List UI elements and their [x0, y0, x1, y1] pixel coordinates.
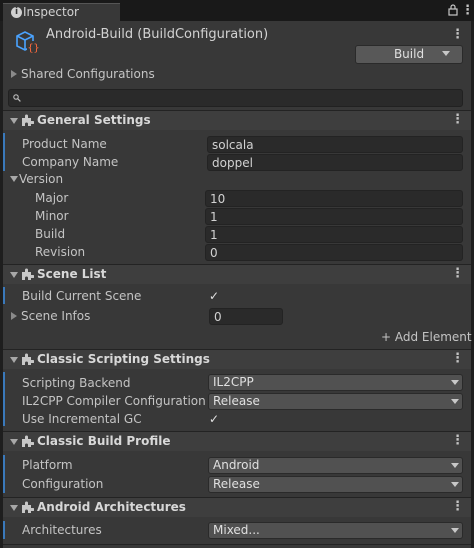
modified-indicator	[3, 133, 5, 171]
chevron-down-icon[interactable]	[10, 357, 18, 363]
puzzle-icon	[22, 353, 34, 365]
il2cpp-compiler-configuration-dropdown[interactable]: Release	[208, 393, 463, 410]
chevron-right-icon[interactable]	[11, 312, 17, 320]
section-title-general-settings: General Settings	[37, 113, 151, 127]
chevron-right-icon[interactable]	[11, 70, 17, 78]
il2cpp-compiler-configuration-label: IL2CPP Compiler Configuration	[22, 394, 206, 408]
chevron-down-icon[interactable]	[451, 463, 459, 468]
configuration-label: Configuration	[22, 477, 104, 491]
section-menu-icon[interactable]: ⋮	[451, 351, 464, 366]
chevron-down-icon[interactable]	[451, 399, 459, 404]
svg-text:{}: {}	[27, 43, 39, 54]
platform-label: Platform	[22, 458, 73, 472]
page-title: Android-Build (BuildConfiguration)	[46, 27, 269, 42]
section-menu-icon[interactable]: ⋮	[451, 266, 464, 281]
architectures-dropdown[interactable]: Mixed...	[208, 522, 463, 539]
tab-inspector[interactable]: i Inspector	[3, 3, 120, 22]
platform-value: Android	[213, 458, 260, 472]
search-input[interactable]	[8, 89, 463, 107]
section-menu-icon[interactable]: ⋮	[451, 112, 464, 127]
chevron-down-icon[interactable]	[10, 272, 18, 278]
use-incremental-gc-checkbox[interactable]: ✓	[209, 413, 221, 425]
product-name-label: Product Name	[22, 137, 107, 151]
scene-infos-label[interactable]: Scene Infos	[21, 309, 90, 323]
tab-menu-icon[interactable]: ⋮	[461, 3, 474, 18]
architectures-value: Mixed...	[213, 523, 260, 537]
section-menu-icon[interactable]: ⋮	[451, 499, 464, 514]
divider	[3, 544, 471, 545]
info-icon: i	[11, 7, 22, 18]
minor-label: Minor	[35, 209, 69, 223]
chevron-down-icon[interactable]	[451, 482, 459, 487]
puzzle-icon	[22, 114, 34, 126]
modified-indicator	[3, 521, 5, 539]
chevron-down-icon[interactable]	[10, 176, 18, 182]
add-element-button[interactable]: + Add Element	[381, 330, 472, 344]
section-title-scene-list: Scene List	[37, 267, 107, 281]
company-name-field[interactable]: doppel	[207, 154, 463, 171]
modified-indicator	[3, 372, 5, 426]
modified-indicator	[3, 455, 5, 493]
build-current-scene-label: Build Current Scene	[22, 289, 142, 303]
shared-configurations-label[interactable]: Shared Configurations	[21, 67, 155, 81]
revision-field[interactable]: 0	[205, 244, 463, 261]
chevron-down-icon[interactable]	[442, 51, 450, 56]
product-name-field[interactable]: solcala	[207, 136, 463, 153]
puzzle-icon	[22, 501, 34, 513]
section-menu-icon[interactable]: ⋮	[451, 433, 464, 448]
scripting-backend-dropdown[interactable]: IL2CPP	[208, 374, 463, 391]
major-label: Major	[35, 191, 69, 205]
chevron-down-icon[interactable]	[451, 528, 459, 533]
build-config-icon: {}	[14, 28, 42, 59]
scripting-backend-label: Scripting Backend	[22, 376, 131, 390]
revision-label: Revision	[35, 245, 86, 259]
search-icon	[13, 94, 21, 102]
build-field[interactable]: 1	[205, 226, 463, 243]
build-button-label: Build	[393, 47, 425, 61]
section-title-classic-build-profile: Classic Build Profile	[37, 434, 171, 448]
modified-indicator	[3, 287, 5, 304]
configuration-value: Release	[213, 477, 260, 491]
chevron-down-icon[interactable]	[10, 118, 18, 124]
il2cpp-compiler-configuration-value: Release	[213, 394, 260, 408]
version-label[interactable]: Version	[19, 172, 63, 186]
build-label: Build	[35, 227, 66, 241]
scripting-backend-value: IL2CPP	[213, 375, 254, 389]
chevron-down-icon[interactable]	[10, 505, 18, 511]
chevron-down-icon[interactable]	[451, 380, 459, 385]
platform-dropdown[interactable]: Android	[208, 457, 463, 474]
use-incremental-gc-label: Use Incremental GC	[22, 412, 142, 426]
lock-icon[interactable]	[448, 4, 458, 19]
puzzle-icon	[22, 435, 34, 447]
tab-label: Inspector	[23, 5, 79, 19]
build-current-scene-checkbox[interactable]: ✓	[209, 290, 221, 302]
company-name-label: Company Name	[22, 155, 119, 169]
minor-field[interactable]: 1	[205, 208, 463, 225]
scene-infos-count-field[interactable]: 0	[209, 308, 283, 325]
header-menu-icon[interactable]: ⋮	[451, 27, 464, 42]
architectures-label: Architectures	[22, 523, 102, 537]
chevron-down-icon[interactable]	[10, 439, 18, 445]
section-title-android-architectures: Android Architectures	[37, 500, 186, 514]
configuration-dropdown[interactable]: Release	[208, 476, 463, 493]
puzzle-icon	[22, 268, 34, 280]
section-title-classic-scripting-settings: Classic Scripting Settings	[37, 352, 210, 366]
major-field[interactable]: 10	[205, 190, 463, 207]
